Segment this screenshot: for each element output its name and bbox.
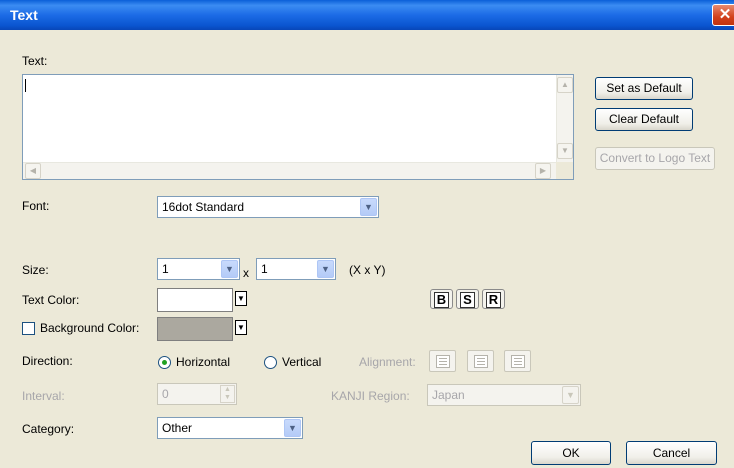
close-button[interactable]: ✕ bbox=[712, 4, 734, 26]
close-icon: ✕ bbox=[718, 6, 732, 23]
font-value: 16dot Standard bbox=[162, 200, 245, 214]
set-as-default-button[interactable]: Set as Default bbox=[595, 77, 693, 100]
size-x-select[interactable]: 1 ▼ bbox=[157, 258, 240, 280]
category-label: Category: bbox=[22, 422, 75, 436]
background-color-swatch[interactable] bbox=[157, 317, 233, 341]
window-title: Text bbox=[10, 7, 38, 23]
align-left-button[interactable] bbox=[429, 350, 456, 372]
text-caret bbox=[25, 79, 26, 92]
align-left-icon bbox=[436, 355, 450, 368]
chevron-down-icon[interactable]: ▼ bbox=[562, 386, 579, 404]
chevron-down-icon[interactable]: ▼ bbox=[284, 419, 301, 437]
cancel-button[interactable]: Cancel bbox=[626, 441, 717, 465]
text-label: Text: bbox=[22, 54, 48, 68]
text-input[interactable]: ▲ ▼ ◀ ▶ bbox=[22, 74, 574, 180]
scroll-down-icon[interactable]: ▼ bbox=[557, 143, 573, 159]
category-select[interactable]: Other ▼ bbox=[157, 417, 303, 439]
title-bar[interactable]: Text ✕ bbox=[0, 0, 734, 30]
shadow-label: S bbox=[460, 292, 475, 308]
chevron-down-icon[interactable]: ▼ bbox=[221, 260, 238, 278]
reverse-label: R bbox=[485, 292, 502, 308]
background-color-dropdown-icon[interactable]: ▼ bbox=[235, 320, 247, 335]
vertical-scrollbar[interactable]: ▲ ▼ bbox=[556, 75, 573, 163]
size-x-value: 1 bbox=[162, 262, 169, 276]
alignment-label: Alignment: bbox=[359, 355, 416, 369]
radio-vertical[interactable] bbox=[264, 356, 277, 369]
bold-button[interactable]: B bbox=[430, 289, 453, 309]
align-center-icon bbox=[474, 355, 488, 368]
kanji-region-select[interactable]: Japan ▼ bbox=[427, 384, 581, 406]
interval-label: Interval: bbox=[22, 389, 65, 403]
clear-default-button[interactable]: Clear Default bbox=[595, 108, 693, 131]
radio-horizontal-label[interactable]: Horizontal bbox=[176, 355, 230, 369]
text-color-label: Text Color: bbox=[22, 293, 80, 307]
scroll-up-icon[interactable]: ▲ bbox=[557, 77, 573, 93]
spinner-arrows-icon[interactable]: ▲ ▼ bbox=[220, 385, 235, 403]
kanji-region-value: Japan bbox=[432, 388, 465, 402]
align-center-button[interactable] bbox=[467, 350, 494, 372]
size-separator: x bbox=[243, 266, 249, 280]
background-color-label: Background Color: bbox=[40, 321, 140, 335]
text-color-dropdown-icon[interactable]: ▼ bbox=[235, 291, 247, 306]
size-label: Size: bbox=[22, 263, 49, 277]
background-color-checkbox[interactable] bbox=[22, 322, 35, 335]
radio-selected-dot bbox=[162, 360, 167, 365]
scroll-right-icon[interactable]: ▶ bbox=[535, 163, 551, 179]
size-hint: (X x Y) bbox=[349, 263, 386, 277]
shadow-button[interactable]: S bbox=[456, 289, 479, 309]
category-value: Other bbox=[162, 421, 193, 435]
convert-to-logo-text-button[interactable]: Convert to Logo Text bbox=[595, 147, 715, 170]
font-label: Font: bbox=[22, 199, 50, 213]
ok-button[interactable]: OK bbox=[531, 441, 611, 465]
size-y-select[interactable]: 1 ▼ bbox=[256, 258, 336, 280]
chevron-down-icon[interactable]: ▼ bbox=[360, 198, 377, 216]
interval-value: 0 bbox=[162, 387, 169, 401]
size-y-value: 1 bbox=[261, 262, 268, 276]
scroll-left-icon[interactable]: ◀ bbox=[25, 163, 41, 179]
kanji-region-label: KANJI Region: bbox=[331, 389, 410, 403]
text-dialog: Text ✕ Text: ▲ ▼ ◀ ▶ Set as Default Clea… bbox=[0, 0, 734, 468]
text-color-swatch[interactable] bbox=[157, 288, 233, 312]
radio-vertical-label[interactable]: Vertical bbox=[282, 355, 321, 369]
scrollbar-corner bbox=[556, 162, 573, 179]
reverse-button[interactable]: R bbox=[482, 289, 505, 309]
interval-spinner[interactable]: 0 ▲ ▼ bbox=[157, 383, 237, 405]
horizontal-scrollbar[interactable]: ◀ ▶ bbox=[23, 162, 557, 179]
font-select[interactable]: 16dot Standard ▼ bbox=[157, 196, 379, 218]
chevron-down-icon[interactable]: ▼ bbox=[317, 260, 334, 278]
radio-horizontal[interactable] bbox=[158, 356, 171, 369]
direction-label: Direction: bbox=[22, 354, 73, 368]
align-right-icon bbox=[511, 355, 525, 368]
bold-label: B bbox=[433, 292, 450, 308]
align-right-button[interactable] bbox=[504, 350, 531, 372]
